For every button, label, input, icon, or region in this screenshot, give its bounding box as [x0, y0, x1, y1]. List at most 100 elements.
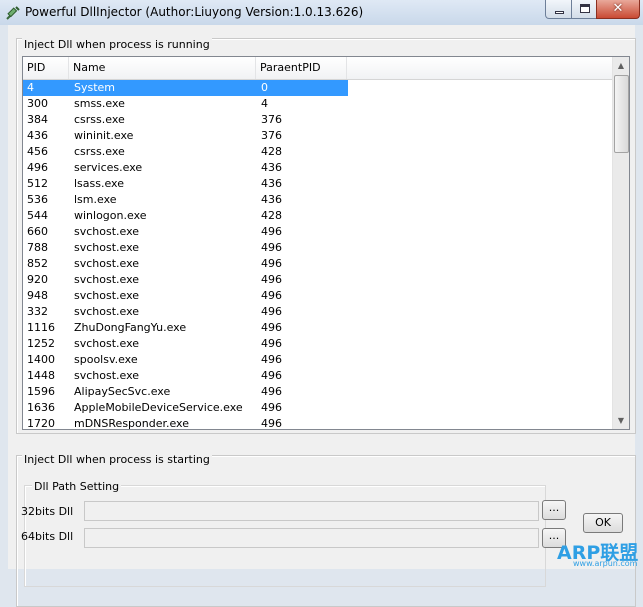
process-name: spoolsv.exe: [74, 353, 138, 366]
ok-button[interactable]: OK: [583, 513, 623, 533]
process-pid: 496: [27, 161, 48, 174]
process-pid: 788: [27, 241, 48, 254]
table-row[interactable]: 1596 AlipaySecSvc.exe 496: [23, 384, 612, 400]
table-row[interactable]: 456 csrss.exe 428: [23, 144, 612, 160]
table-row[interactable]: 1116 ZhuDongFangYu.exe 496: [23, 320, 612, 336]
column-header-parent-pid[interactable]: ParaentPID: [256, 57, 347, 79]
process-pid: 332: [27, 305, 48, 318]
process-pid: 1448: [27, 369, 55, 382]
process-pid: 300: [27, 97, 48, 110]
process-pid: 920: [27, 273, 48, 286]
process-name: svchost.exe: [74, 257, 140, 270]
process-parent-pid: 436: [261, 161, 282, 174]
process-name: wininit.exe: [74, 129, 134, 142]
maximize-button[interactable]: [571, 0, 597, 19]
watermark-url: www.arpun.com: [573, 559, 638, 568]
process-pid: 1720: [27, 417, 55, 430]
process-pid: 4: [27, 81, 34, 94]
table-row[interactable]: 788 svchost.exe 496: [23, 240, 612, 256]
process-name: lsm.exe: [74, 193, 117, 206]
scroll-down-arrow-icon[interactable]: ▼: [613, 412, 629, 429]
syringe-icon: [6, 6, 20, 20]
process-pid: 512: [27, 177, 48, 190]
process-list[interactable]: PID Name ParaentPID 4 System 0 300 smss.exe 4…: [22, 56, 630, 430]
table-row[interactable]: 496 services.exe 436: [23, 160, 612, 176]
process-parent-pid: 428: [261, 209, 282, 222]
process-pid: 544: [27, 209, 48, 222]
table-row[interactable]: 1720 mDNSResponder.exe 496: [23, 416, 612, 430]
scroll-up-arrow-icon[interactable]: ▲: [613, 57, 629, 74]
client-area: Inject Dll when process is running PID N…: [8, 25, 636, 607]
process-name: mDNSResponder.exe: [74, 417, 190, 430]
table-row[interactable]: 300 smss.exe 4: [23, 96, 612, 112]
table-row[interactable]: 948 svchost.exe 496: [23, 288, 612, 304]
dll-64-path-field[interactable]: [84, 528, 539, 548]
table-row[interactable]: 436 wininit.exe 376: [23, 128, 612, 144]
process-parent-pid: 496: [261, 305, 282, 318]
process-pid: 1400: [27, 353, 55, 366]
table-row[interactable]: 852 svchost.exe 496: [23, 256, 612, 272]
process-name: AppleMobileDeviceService.exe: [74, 401, 243, 414]
process-name: AlipaySecSvc.exe: [74, 385, 171, 398]
browse-32-button[interactable]: ...: [542, 500, 566, 520]
process-name: svchost.exe: [74, 289, 140, 302]
process-pid: 1636: [27, 401, 55, 414]
process-parent-pid: 376: [261, 129, 282, 142]
table-row[interactable]: 1636 AppleMobileDeviceService.exe 496: [23, 400, 612, 416]
process-name: lsass.exe: [74, 177, 124, 190]
table-row[interactable]: 332 svchost.exe 496: [23, 304, 612, 320]
process-name: svchost.exe: [74, 225, 140, 238]
process-name: csrss.exe: [74, 113, 125, 126]
process-name: svchost.exe: [74, 241, 140, 254]
vertical-scrollbar[interactable]: ▲ ▼: [612, 57, 629, 429]
process-rows: 4 System 0 300 smss.exe 4 384 csrss.exe 376 436 wi…: [23, 80, 612, 430]
column-header-pid[interactable]: PID: [23, 57, 69, 79]
scroll-thumb[interactable]: [614, 75, 629, 153]
process-parent-pid: 496: [261, 225, 282, 238]
process-name: smss.exe: [74, 97, 125, 110]
table-row[interactable]: 1448 svchost.exe 496: [23, 368, 612, 384]
process-pid: 536: [27, 193, 48, 206]
table-row[interactable]: 1400 spoolsv.exe 496: [23, 352, 612, 368]
process-parent-pid: 496: [261, 257, 282, 270]
process-name: services.exe: [74, 161, 143, 174]
table-row[interactable]: 544 winlogon.exe 428: [23, 208, 612, 224]
process-name: svchost.exe: [74, 369, 140, 382]
minimize-icon: [555, 11, 564, 14]
process-pid: 436: [27, 129, 48, 142]
dll-32-path-field[interactable]: [84, 501, 539, 521]
process-pid: 1116: [27, 321, 55, 334]
process-parent-pid: 0: [261, 81, 268, 94]
title-bar[interactable]: Powerful DllInjector (Author:Liuyong Ver…: [0, 0, 643, 25]
table-row[interactable]: 512 lsass.exe 436: [23, 176, 612, 192]
label-32bits-dll: 32bits Dll: [21, 505, 74, 518]
table-row[interactable]: 384 csrss.exe 376: [23, 112, 612, 128]
table-row[interactable]: 4 System 0: [23, 80, 612, 96]
minimize-button[interactable]: [545, 0, 572, 19]
table-row[interactable]: 920 svchost.exe 496: [23, 272, 612, 288]
table-row[interactable]: 660 svchost.exe 496: [23, 224, 612, 240]
process-parent-pid: 496: [261, 353, 282, 366]
process-pid: 1252: [27, 337, 55, 350]
process-name: winlogon.exe: [74, 209, 147, 222]
table-row[interactable]: 536 lsm.exe 436: [23, 192, 612, 208]
process-name: svchost.exe: [74, 305, 140, 318]
process-parent-pid: 4: [261, 97, 268, 110]
table-row[interactable]: 1252 svchost.exe 496: [23, 336, 612, 352]
process-parent-pid: 376: [261, 113, 282, 126]
process-parent-pid: 496: [261, 321, 282, 334]
process-pid: 660: [27, 225, 48, 238]
process-parent-pid: 496: [261, 401, 282, 414]
process-parent-pid: 436: [261, 193, 282, 206]
process-parent-pid: 496: [261, 385, 282, 398]
running-group-legend: Inject Dll when process is running: [22, 38, 212, 51]
process-pid: 852: [27, 257, 48, 270]
window-title: Powerful DllInjector (Author:Liuyong Ver…: [25, 5, 364, 19]
process-parent-pid: 428: [261, 145, 282, 158]
process-parent-pid: 496: [261, 241, 282, 254]
column-header-name[interactable]: Name: [69, 57, 256, 79]
process-pid: 1596: [27, 385, 55, 398]
process-name: svchost.exe: [74, 337, 140, 350]
close-button[interactable]: ✕: [596, 0, 640, 19]
process-name: System: [74, 81, 116, 94]
